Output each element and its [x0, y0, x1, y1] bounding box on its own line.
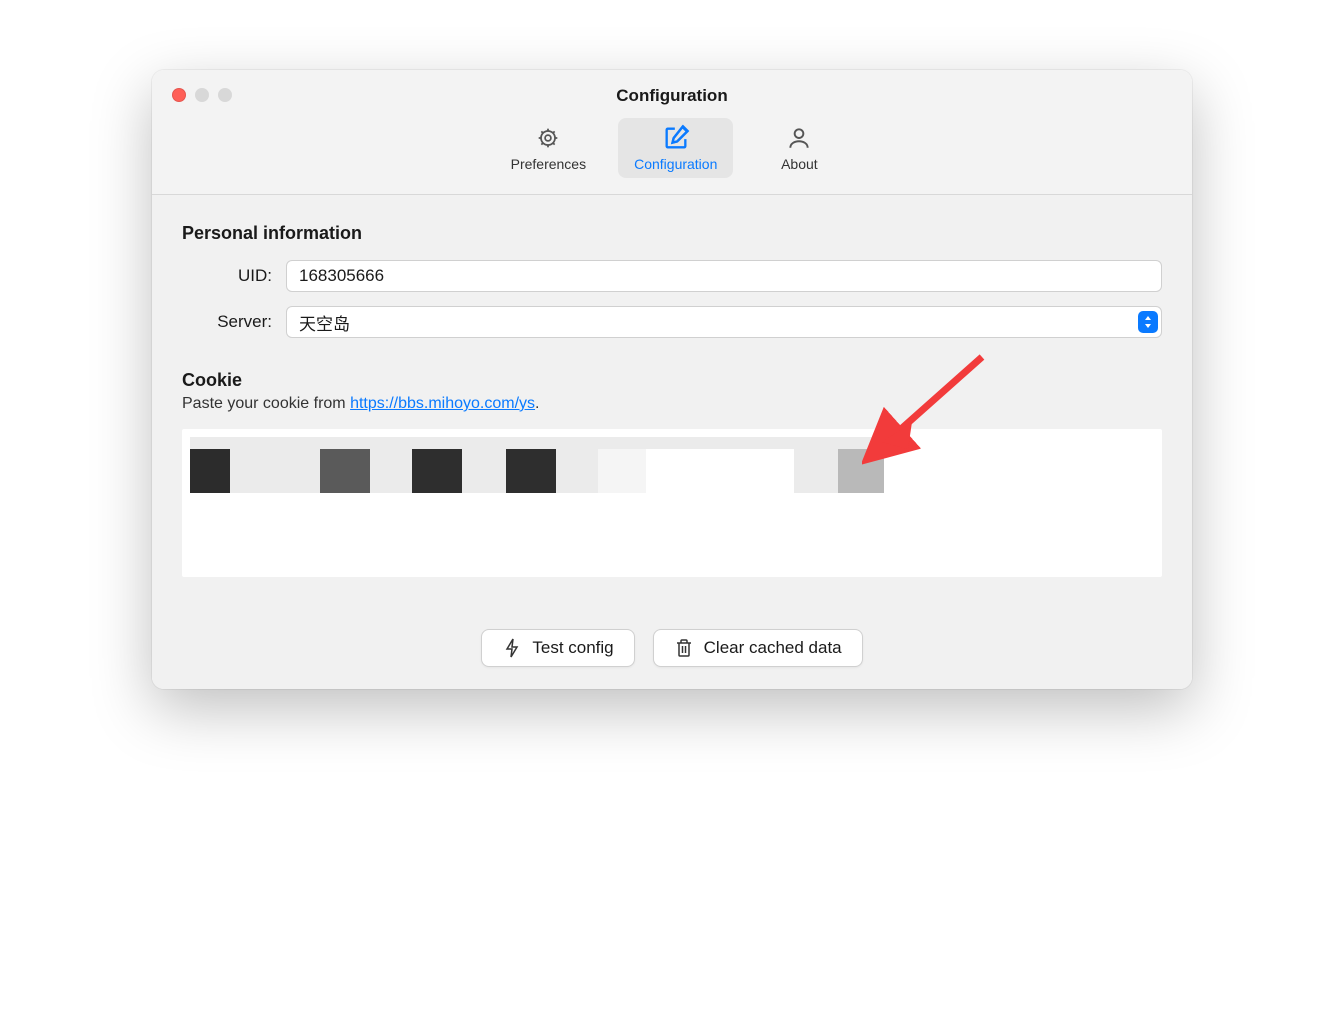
edit-square-icon: [662, 124, 690, 152]
configuration-window: Configuration: [152, 70, 1192, 689]
tab-label: About: [781, 156, 818, 172]
clear-cached-data-button[interactable]: Clear cached data: [653, 629, 863, 667]
server-row: Server: 天空岛: [182, 306, 1162, 338]
tab-about[interactable]: About: [749, 118, 849, 178]
content-area: Personal information UID: Server: 天空岛 Co…: [152, 195, 1192, 601]
cookie-heading: Cookie: [182, 370, 1162, 391]
redacted-content: [190, 437, 1154, 493]
test-config-button[interactable]: Test config: [481, 629, 634, 667]
traffic-lights: [172, 88, 232, 102]
personal-info-heading: Personal information: [182, 223, 1162, 244]
maximize-window-button[interactable]: [218, 88, 232, 102]
uid-label: UID:: [182, 266, 272, 286]
gear-icon: [534, 124, 562, 152]
titlebar: Configuration: [152, 70, 1192, 195]
tab-label: Configuration: [634, 156, 717, 172]
cookie-textarea[interactable]: [182, 429, 1162, 577]
cookie-desc-prefix: Paste your cookie from: [182, 395, 350, 412]
minimize-window-button[interactable]: [195, 88, 209, 102]
cookie-description: Paste your cookie from https://bbs.mihoy…: [182, 395, 1162, 413]
cookie-section: Cookie Paste your cookie from https://bb…: [182, 370, 1162, 577]
cookie-source-link[interactable]: https://bbs.mihoyo.com/ys: [350, 395, 535, 412]
window-title: Configuration: [152, 70, 1192, 118]
tab-configuration[interactable]: Configuration: [618, 118, 733, 178]
close-window-button[interactable]: [172, 88, 186, 102]
server-select[interactable]: 天空岛: [286, 306, 1162, 338]
bolt-icon: [502, 638, 522, 658]
cookie-desc-suffix: .: [535, 395, 539, 412]
uid-row: UID:: [182, 260, 1162, 292]
tab-preferences[interactable]: Preferences: [495, 118, 602, 178]
button-label: Test config: [532, 638, 613, 658]
uid-input[interactable]: [286, 260, 1162, 292]
button-row: Test config Clear cached data: [152, 601, 1192, 689]
person-icon: [785, 124, 813, 152]
tab-label: Preferences: [511, 156, 586, 172]
trash-icon: [674, 638, 694, 658]
server-select-wrapper: 天空岛: [286, 306, 1162, 338]
button-label: Clear cached data: [704, 638, 842, 658]
server-label: Server:: [182, 312, 272, 332]
tabs: Preferences Configuration: [152, 118, 1192, 186]
